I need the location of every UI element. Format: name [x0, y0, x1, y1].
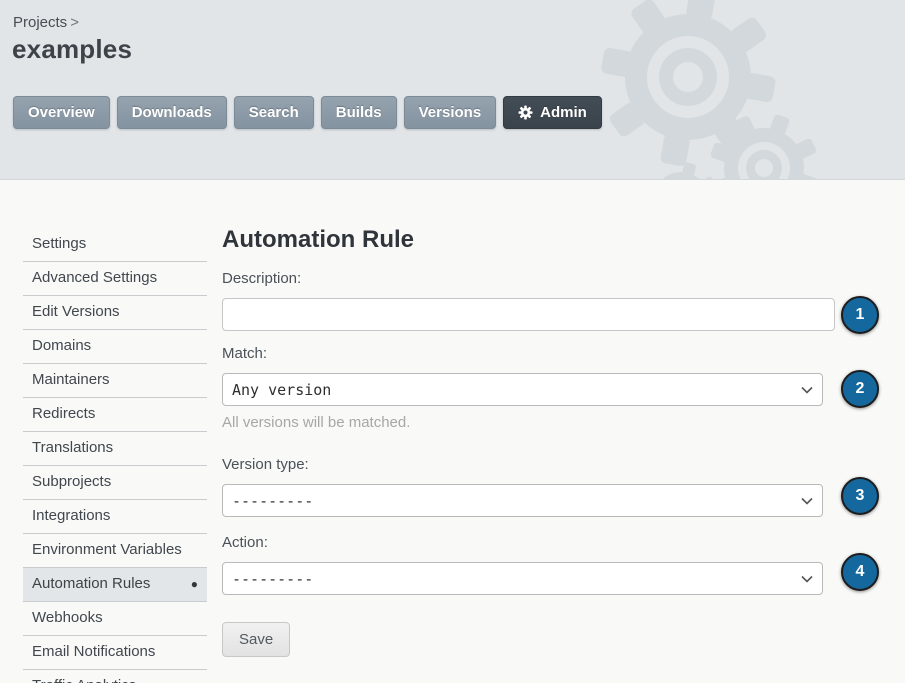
description-label: Description:: [222, 270, 836, 288]
gear-icon: [518, 105, 533, 120]
gears-decoration: [595, 0, 905, 180]
sidebar-item-email-notifications[interactable]: Email Notifications: [23, 636, 207, 670]
sidebar-item-domains[interactable]: Domains: [23, 330, 207, 364]
annotation-badge-4: 4: [841, 553, 879, 591]
sidebar-item-automation-rules[interactable]: Automation Rules ●: [23, 568, 207, 602]
sidebar-item-redirects[interactable]: Redirects: [23, 398, 207, 432]
active-item-bullet: ●: [191, 575, 198, 593]
sidebar-item-webhooks[interactable]: Webhooks: [23, 602, 207, 636]
sidebar-item-integrations[interactable]: Integrations: [23, 500, 207, 534]
page-title: examples: [12, 34, 132, 65]
annotation-badge-3: 3: [841, 477, 879, 515]
match-label: Match:: [222, 345, 836, 363]
sidebar-item-maintainers[interactable]: Maintainers: [23, 364, 207, 398]
action-label: Action:: [222, 534, 836, 552]
save-button[interactable]: Save: [222, 622, 290, 657]
sidebar-item-traffic-analytics[interactable]: Traffic Analytics: [23, 670, 207, 683]
tab-downloads[interactable]: Downloads: [117, 96, 227, 129]
version-type-label: Version type:: [222, 456, 836, 474]
action-select[interactable]: ---------: [222, 562, 823, 595]
description-input[interactable]: [222, 298, 835, 331]
tab-versions[interactable]: Versions: [404, 96, 497, 129]
tab-overview[interactable]: Overview: [13, 96, 110, 129]
project-admin-page: Projects> examples Overview Downloads Se…: [0, 0, 905, 683]
annotation-badge-1: 1: [841, 296, 879, 334]
match-select[interactable]: Any version: [222, 373, 823, 406]
project-header: Projects> examples Overview Downloads Se…: [0, 0, 905, 180]
project-nav: Overview Downloads Search Builds Version…: [13, 96, 602, 129]
sidebar-item-translations[interactable]: Translations: [23, 432, 207, 466]
breadcrumb: Projects>: [13, 14, 79, 31]
match-help-text: All versions will be matched.: [222, 414, 836, 431]
admin-sidebar: Settings Advanced Settings Edit Versions…: [23, 228, 207, 683]
automation-rule-form: Automation Rule Description: Match: Any …: [222, 226, 836, 657]
tab-builds[interactable]: Builds: [321, 96, 397, 129]
sidebar-item-advanced-settings[interactable]: Advanced Settings: [23, 262, 207, 296]
tab-admin[interactable]: Admin: [503, 96, 602, 129]
breadcrumb-separator: >: [70, 14, 79, 31]
section-title: Automation Rule: [222, 226, 836, 254]
version-type-select[interactable]: ---------: [222, 484, 823, 517]
annotation-badge-2: 2: [841, 370, 879, 408]
breadcrumb-projects-link[interactable]: Projects: [13, 14, 67, 31]
sidebar-item-environment-variables[interactable]: Environment Variables: [23, 534, 207, 568]
sidebar-item-settings[interactable]: Settings: [23, 228, 207, 262]
sidebar-item-subprojects[interactable]: Subprojects: [23, 466, 207, 500]
tab-admin-label: Admin: [540, 104, 587, 121]
sidebar-item-edit-versions[interactable]: Edit Versions: [23, 296, 207, 330]
tab-search[interactable]: Search: [234, 96, 314, 129]
